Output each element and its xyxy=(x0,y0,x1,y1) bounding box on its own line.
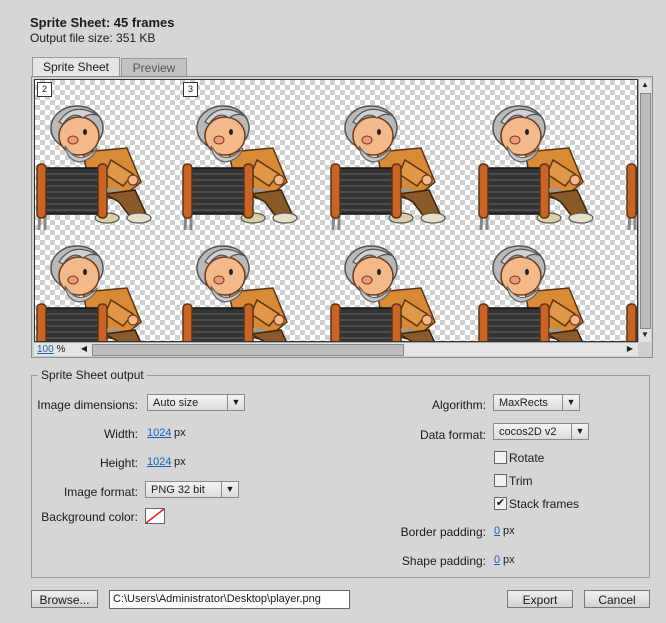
shape-padding-unit: px xyxy=(503,554,515,566)
trim-checkbox[interactable] xyxy=(494,474,507,487)
rotate-label: Rotate xyxy=(509,451,545,465)
tab-preview[interactable]: Preview xyxy=(121,58,187,77)
sprite-frame xyxy=(181,244,299,341)
horizontal-scroll-thumb[interactable] xyxy=(92,344,404,356)
border-padding-unit: px xyxy=(503,525,515,537)
sprite-frame xyxy=(625,244,637,341)
zoom-value[interactable]: 100 xyxy=(37,344,54,355)
height-value[interactable]: 1024 xyxy=(147,456,171,468)
check-mark-icon: ✔ xyxy=(495,497,506,509)
chevron-down-icon: ▼ xyxy=(571,424,588,439)
image-dimensions-value: Auto size xyxy=(153,397,199,409)
chevron-down-icon: ▼ xyxy=(562,395,579,410)
sprite-frame xyxy=(35,244,153,341)
output-path-input[interactable]: C:\Users\Administrator\Desktop\player.pn… xyxy=(109,590,350,609)
sprite-frame xyxy=(477,244,595,341)
no-color-icon xyxy=(146,509,164,523)
trim-label: Trim xyxy=(509,474,533,488)
sprite-frame xyxy=(181,104,299,230)
scroll-up-icon[interactable]: ▲ xyxy=(639,79,651,91)
image-format-value: PNG 32 bit xyxy=(151,484,205,496)
sprite-frame xyxy=(625,104,637,230)
algorithm-dropdown[interactable]: MaxRects ▼ xyxy=(493,394,580,411)
stack-frames-label: Stack frames xyxy=(509,497,580,511)
scroll-left-icon[interactable]: ◀ xyxy=(78,343,90,355)
sprite-frame xyxy=(477,104,595,230)
image-format-dropdown[interactable]: PNG 32 bit ▼ xyxy=(145,481,239,498)
shape-padding-value[interactable]: 0 xyxy=(494,554,500,566)
tab-sprite-sheet[interactable]: Sprite Sheet xyxy=(32,57,120,77)
image-dimensions-dropdown[interactable]: Auto size ▼ xyxy=(147,394,245,411)
vertical-scrollbar[interactable]: ▲ ▼ xyxy=(638,79,651,342)
image-format-label: Image format: xyxy=(63,485,138,499)
sprite-canvas[interactable]: 2 3 xyxy=(34,79,638,342)
scroll-right-icon[interactable]: ▶ xyxy=(624,343,636,355)
rotate-checkbox[interactable] xyxy=(494,451,507,464)
export-button[interactable]: Export xyxy=(507,590,573,608)
browse-button[interactable]: Browse... xyxy=(31,590,98,608)
cancel-button[interactable]: Cancel xyxy=(584,590,650,608)
horizontal-scrollbar[interactable]: 100 % ◀ ▶ xyxy=(34,342,638,356)
frame-number-label: 3 xyxy=(183,82,198,97)
vertical-scroll-thumb[interactable] xyxy=(640,93,651,329)
dialog-title: Sprite Sheet: 45 frames xyxy=(30,15,175,30)
image-dimensions-label: Image dimensions: xyxy=(37,398,138,412)
algorithm-value: MaxRects xyxy=(499,397,548,409)
data-format-value: cocos2D v2 xyxy=(499,426,557,438)
border-padding-value[interactable]: 0 xyxy=(494,525,500,537)
chevron-down-icon: ▼ xyxy=(221,482,238,497)
data-format-label: Data format: xyxy=(419,428,486,442)
zoom-control[interactable]: 100 % xyxy=(37,343,65,356)
frame-number-label: 2 xyxy=(37,82,52,97)
sprite-sheet-panel: 2 3 ▲ ▼ 100 % ◀ ▶ xyxy=(31,76,653,358)
sprite-frame xyxy=(329,244,447,341)
chevron-down-icon: ▼ xyxy=(227,395,244,410)
border-padding-label: Border padding: xyxy=(400,525,486,539)
height-unit: px xyxy=(174,456,186,468)
width-label: Width: xyxy=(103,427,138,441)
sprite-frame xyxy=(329,104,447,230)
scroll-down-icon[interactable]: ▼ xyxy=(639,329,651,341)
background-color-swatch[interactable] xyxy=(145,508,165,524)
width-value[interactable]: 1024 xyxy=(147,427,171,439)
output-file-size: Output file size: 351 KB xyxy=(30,31,156,45)
shape-padding-label: Shape padding: xyxy=(401,554,486,568)
data-format-dropdown[interactable]: cocos2D v2 ▼ xyxy=(493,423,589,440)
zoom-unit: % xyxy=(56,344,66,355)
stack-frames-checkbox[interactable]: ✔ xyxy=(494,497,507,510)
sprite-frame xyxy=(35,104,153,230)
output-group-title: Sprite Sheet output xyxy=(41,368,144,382)
height-label: Height: xyxy=(99,456,138,470)
algorithm-label: Algorithm: xyxy=(431,398,486,412)
background-color-label: Background color: xyxy=(41,510,138,524)
width-unit: px xyxy=(174,427,186,439)
